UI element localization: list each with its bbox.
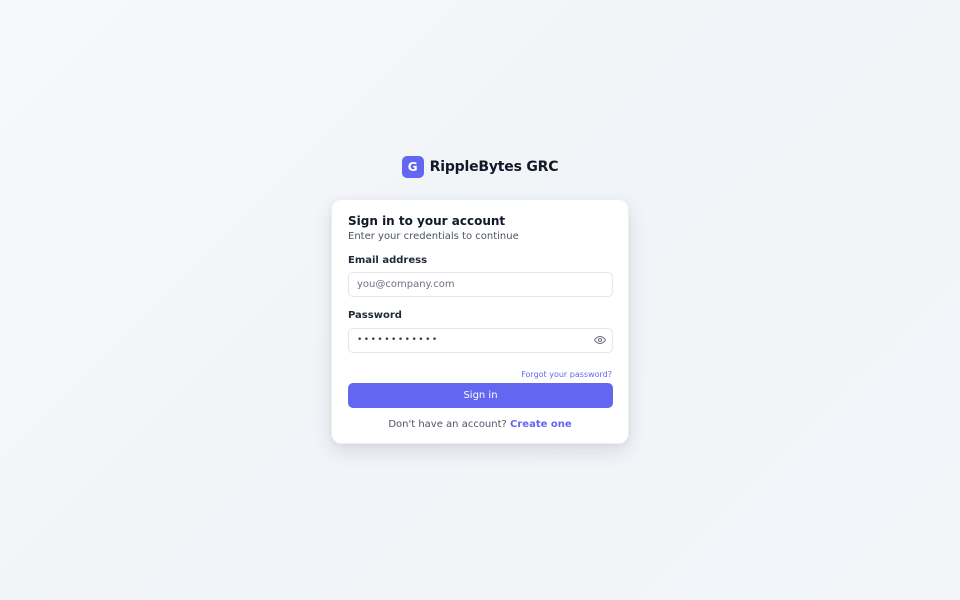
signup-prompt: Don't have an account?	[388, 419, 511, 430]
email-label: Email address	[348, 255, 428, 266]
password-field-wrapper	[348, 327, 613, 353]
sign-in-button[interactable]: Sign in	[348, 383, 613, 408]
email-field-wrapper	[348, 272, 613, 297]
forgot-password-link[interactable]: Forgot your password?	[521, 370, 612, 379]
login-card: Sign in to your account Enter your crede…	[331, 199, 629, 444]
card-subtitle: Enter your credentials to continue	[348, 231, 519, 242]
signup-row: Don't have an account? Create one	[348, 419, 612, 430]
password-field[interactable]	[348, 327, 613, 353]
email-field[interactable]	[348, 272, 613, 297]
password-label: Password	[348, 310, 402, 321]
brand-header: G RippleBytes GRC	[0, 156, 960, 178]
forgot-row: Forgot your password?	[348, 362, 612, 379]
brand-name: RippleBytes GRC	[429, 159, 559, 175]
create-account-link[interactable]: Create one	[510, 419, 572, 430]
eye-icon[interactable]	[593, 333, 606, 346]
brand-logo: G	[401, 156, 424, 178]
card-title: Sign in to your account	[348, 214, 506, 228]
